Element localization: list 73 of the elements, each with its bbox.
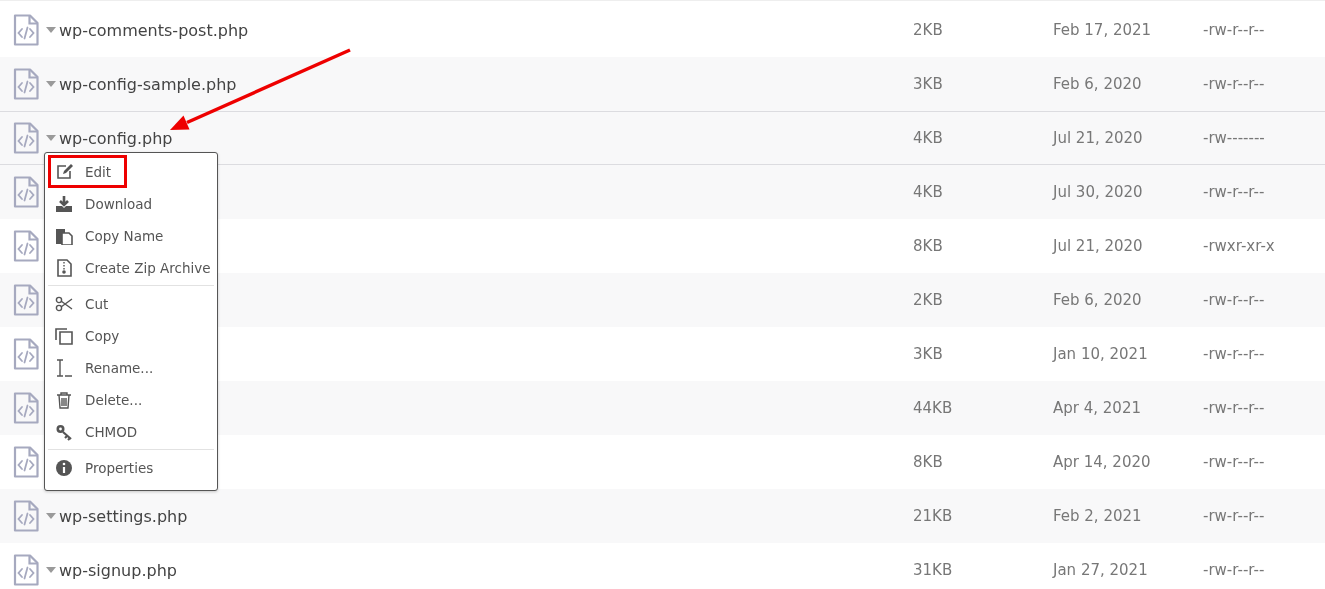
code-file-icon: [13, 230, 39, 262]
caret-icon[interactable]: [46, 135, 56, 141]
key-icon: [55, 423, 73, 441]
code-file-icon: [13, 122, 39, 154]
trash-icon: [55, 391, 73, 409]
file-size: 44KB: [913, 399, 954, 417]
file-date: Jan 27, 2021: [1053, 561, 1149, 579]
file-name: wp-comments-post.php: [59, 20, 249, 40]
caret-icon[interactable]: [46, 27, 56, 33]
file-size: 4KB: [913, 129, 944, 147]
menu-item[interactable]: Properties: [48, 452, 214, 484]
file-permissions: -rwxr-xr-x: [1203, 237, 1275, 255]
menu-item[interactable]: Download: [48, 188, 214, 220]
code-file-icon: [13, 554, 39, 586]
file-name: wp-settings.php: [59, 506, 188, 526]
file-size: 3KB: [913, 75, 944, 93]
file-permissions: -rw-r--r--: [1203, 183, 1265, 201]
scissors-icon: [55, 295, 73, 313]
info-icon: [55, 459, 73, 477]
code-file-icon: [13, 446, 39, 478]
code-file-icon: [13, 176, 39, 208]
file-size: 3KB: [913, 345, 944, 363]
file-date: Apr 14, 2020: [1053, 453, 1152, 471]
file-date: Jul 21, 2020: [1053, 237, 1144, 255]
file-permissions: -rw-r--r--: [1203, 345, 1265, 363]
download-icon: [55, 195, 73, 213]
file-permissions: -rw-r--r--: [1203, 75, 1265, 93]
code-file-icon: [13, 338, 39, 370]
code-file-icon: [13, 14, 39, 46]
menu-item[interactable]: Delete...: [48, 384, 214, 416]
menu-item[interactable]: Rename...: [48, 352, 214, 384]
file-row[interactable]: wp-config-sample.php 3KB Feb 6, 2020 -rw-r--r--: [0, 57, 1325, 111]
file-size: 4KB: [913, 183, 944, 201]
file-permissions: -rw-r--r--: [1203, 561, 1265, 579]
code-file-icon: [13, 500, 39, 532]
caret-icon[interactable]: [46, 567, 56, 573]
file-size: 8KB: [913, 237, 944, 255]
file-date: Feb 2, 2021: [1053, 507, 1143, 525]
file-permissions: -rw-r--r--: [1203, 453, 1265, 471]
code-file-icon: [13, 284, 39, 316]
file-size: 21KB: [913, 507, 954, 525]
file-permissions: -rw-r--r--: [1203, 507, 1265, 525]
file-permissions: -rw-r--r--: [1203, 399, 1265, 417]
code-file-icon: [13, 392, 39, 424]
caret-icon[interactable]: [46, 81, 56, 87]
file-date: Jul 30, 2020: [1053, 183, 1144, 201]
menu-item[interactable]: Cut: [48, 288, 214, 320]
file-date: Feb 6, 2020: [1053, 75, 1143, 93]
file-row[interactable]: wp-config.php 4KB Jul 21, 2020 -rw-------: [0, 111, 1325, 165]
file-date: Apr 4, 2021: [1053, 399, 1142, 417]
file-size: 31KB: [913, 561, 954, 579]
file-permissions: -rw-r--r--: [1203, 291, 1265, 309]
file-size: 2KB: [913, 21, 944, 39]
menu-item[interactable]: Copy Name: [48, 220, 214, 252]
file-permissions: -rw-r--r--: [1203, 21, 1265, 39]
edit-icon: [55, 162, 73, 181]
file-date: Jul 21, 2020: [1053, 129, 1144, 147]
file-date: Jan 10, 2021: [1053, 345, 1149, 363]
file-name: wp-signup.php: [59, 560, 177, 580]
file-date: Feb 17, 2021: [1053, 21, 1153, 39]
code-file-icon: [13, 68, 39, 100]
caret-icon[interactable]: [46, 513, 56, 519]
file-permissions: -rw-------: [1203, 129, 1265, 147]
file-date: Feb 6, 2020: [1053, 291, 1143, 309]
file-size: 8KB: [913, 453, 944, 471]
copy-icon: [55, 227, 73, 245]
file-name: wp-config.php: [59, 128, 173, 148]
text-cursor-icon: [55, 359, 73, 377]
file-name: wp-config-sample.php: [59, 74, 237, 94]
copy-icon: [55, 327, 73, 345]
file-row[interactable]: wp-settings.php 21KB Feb 2, 2021 -rw-r--r--: [0, 489, 1325, 543]
zip-file-icon: [55, 259, 73, 277]
file-size: 2KB: [913, 291, 944, 309]
